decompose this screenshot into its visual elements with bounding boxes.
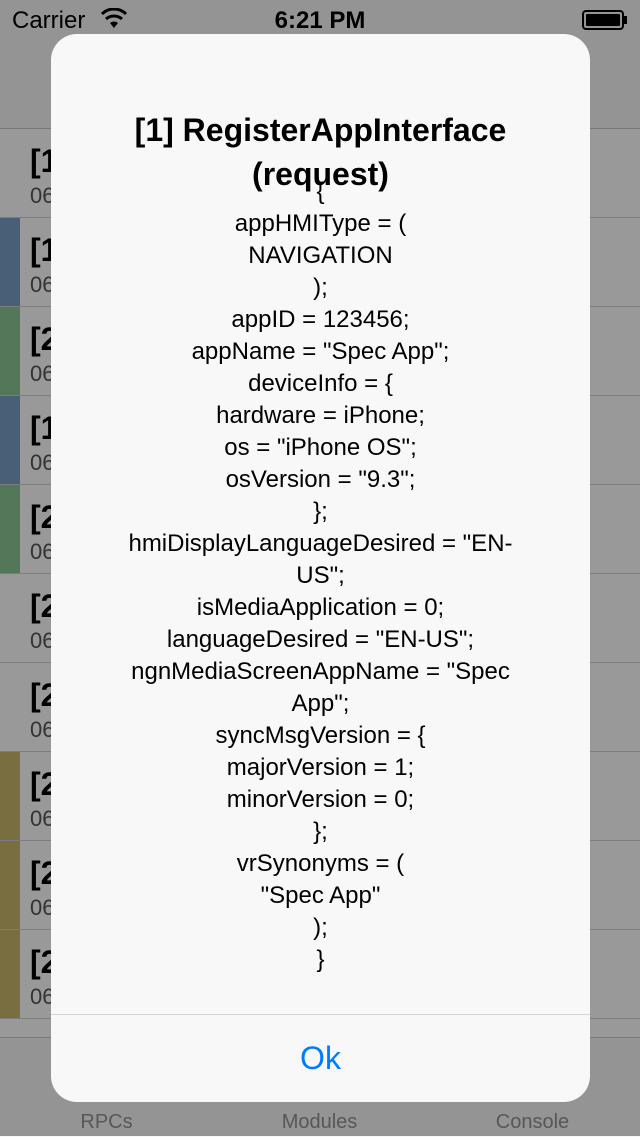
alert-message-line: majorVersion = 1; bbox=[226, 754, 415, 781]
alert-message-line: deviceInfo = { bbox=[248, 370, 393, 397]
alert-message-line: appName = "Spec App"; bbox=[191, 338, 450, 365]
alert-message-line: ); bbox=[313, 914, 328, 941]
alert-message: { appHMIType = ( NAVIGATION); appID = 12345… bbox=[71, 176, 570, 976]
alert-message-line: minorVersion = 0; bbox=[226, 786, 415, 813]
alert-message-line: NAVIGATION bbox=[248, 242, 393, 269]
alert-message-line: appID = 123456; bbox=[231, 306, 410, 333]
alert-message-line: }; bbox=[313, 498, 328, 525]
alert-message-line: appHMIType = ( bbox=[234, 210, 407, 237]
alert-message-line: os = "iPhone OS"; bbox=[224, 434, 417, 461]
ok-button[interactable]: Ok bbox=[51, 1015, 590, 1102]
alert-message-line: syncMsgVersion = { bbox=[215, 722, 426, 749]
alert-message-line: US"; bbox=[296, 562, 345, 589]
alert-dialog: [1] RegisterAppInterface (request) {appH… bbox=[51, 34, 590, 1102]
alert-message-line: osVersion = "9.3"; bbox=[225, 466, 416, 493]
alert-message-line: isMediaApplication = 0; bbox=[196, 594, 445, 621]
alert-title-line: [1] RegisterAppInterface bbox=[134, 112, 507, 148]
alert-message-line: ngnMediaScreenAppName = "Spec bbox=[131, 658, 510, 685]
alert-message-line: vrSynonyms = ( bbox=[236, 850, 405, 877]
alert-message-line: }; bbox=[313, 818, 328, 845]
alert-message-line: App"; bbox=[291, 690, 350, 717]
alert-message-line: languageDesired = "EN-US"; bbox=[166, 626, 475, 653]
alert-message-line: hmiDisplayLanguageDesired = "EN- bbox=[128, 530, 513, 557]
alert-message-line: "Spec App" bbox=[260, 882, 381, 909]
alert-message-line: { bbox=[316, 178, 325, 205]
alert-message-line: ); bbox=[313, 274, 328, 301]
alert-message-line: } bbox=[316, 946, 325, 973]
alert-message-line: hardware = iPhone; bbox=[216, 402, 425, 429]
